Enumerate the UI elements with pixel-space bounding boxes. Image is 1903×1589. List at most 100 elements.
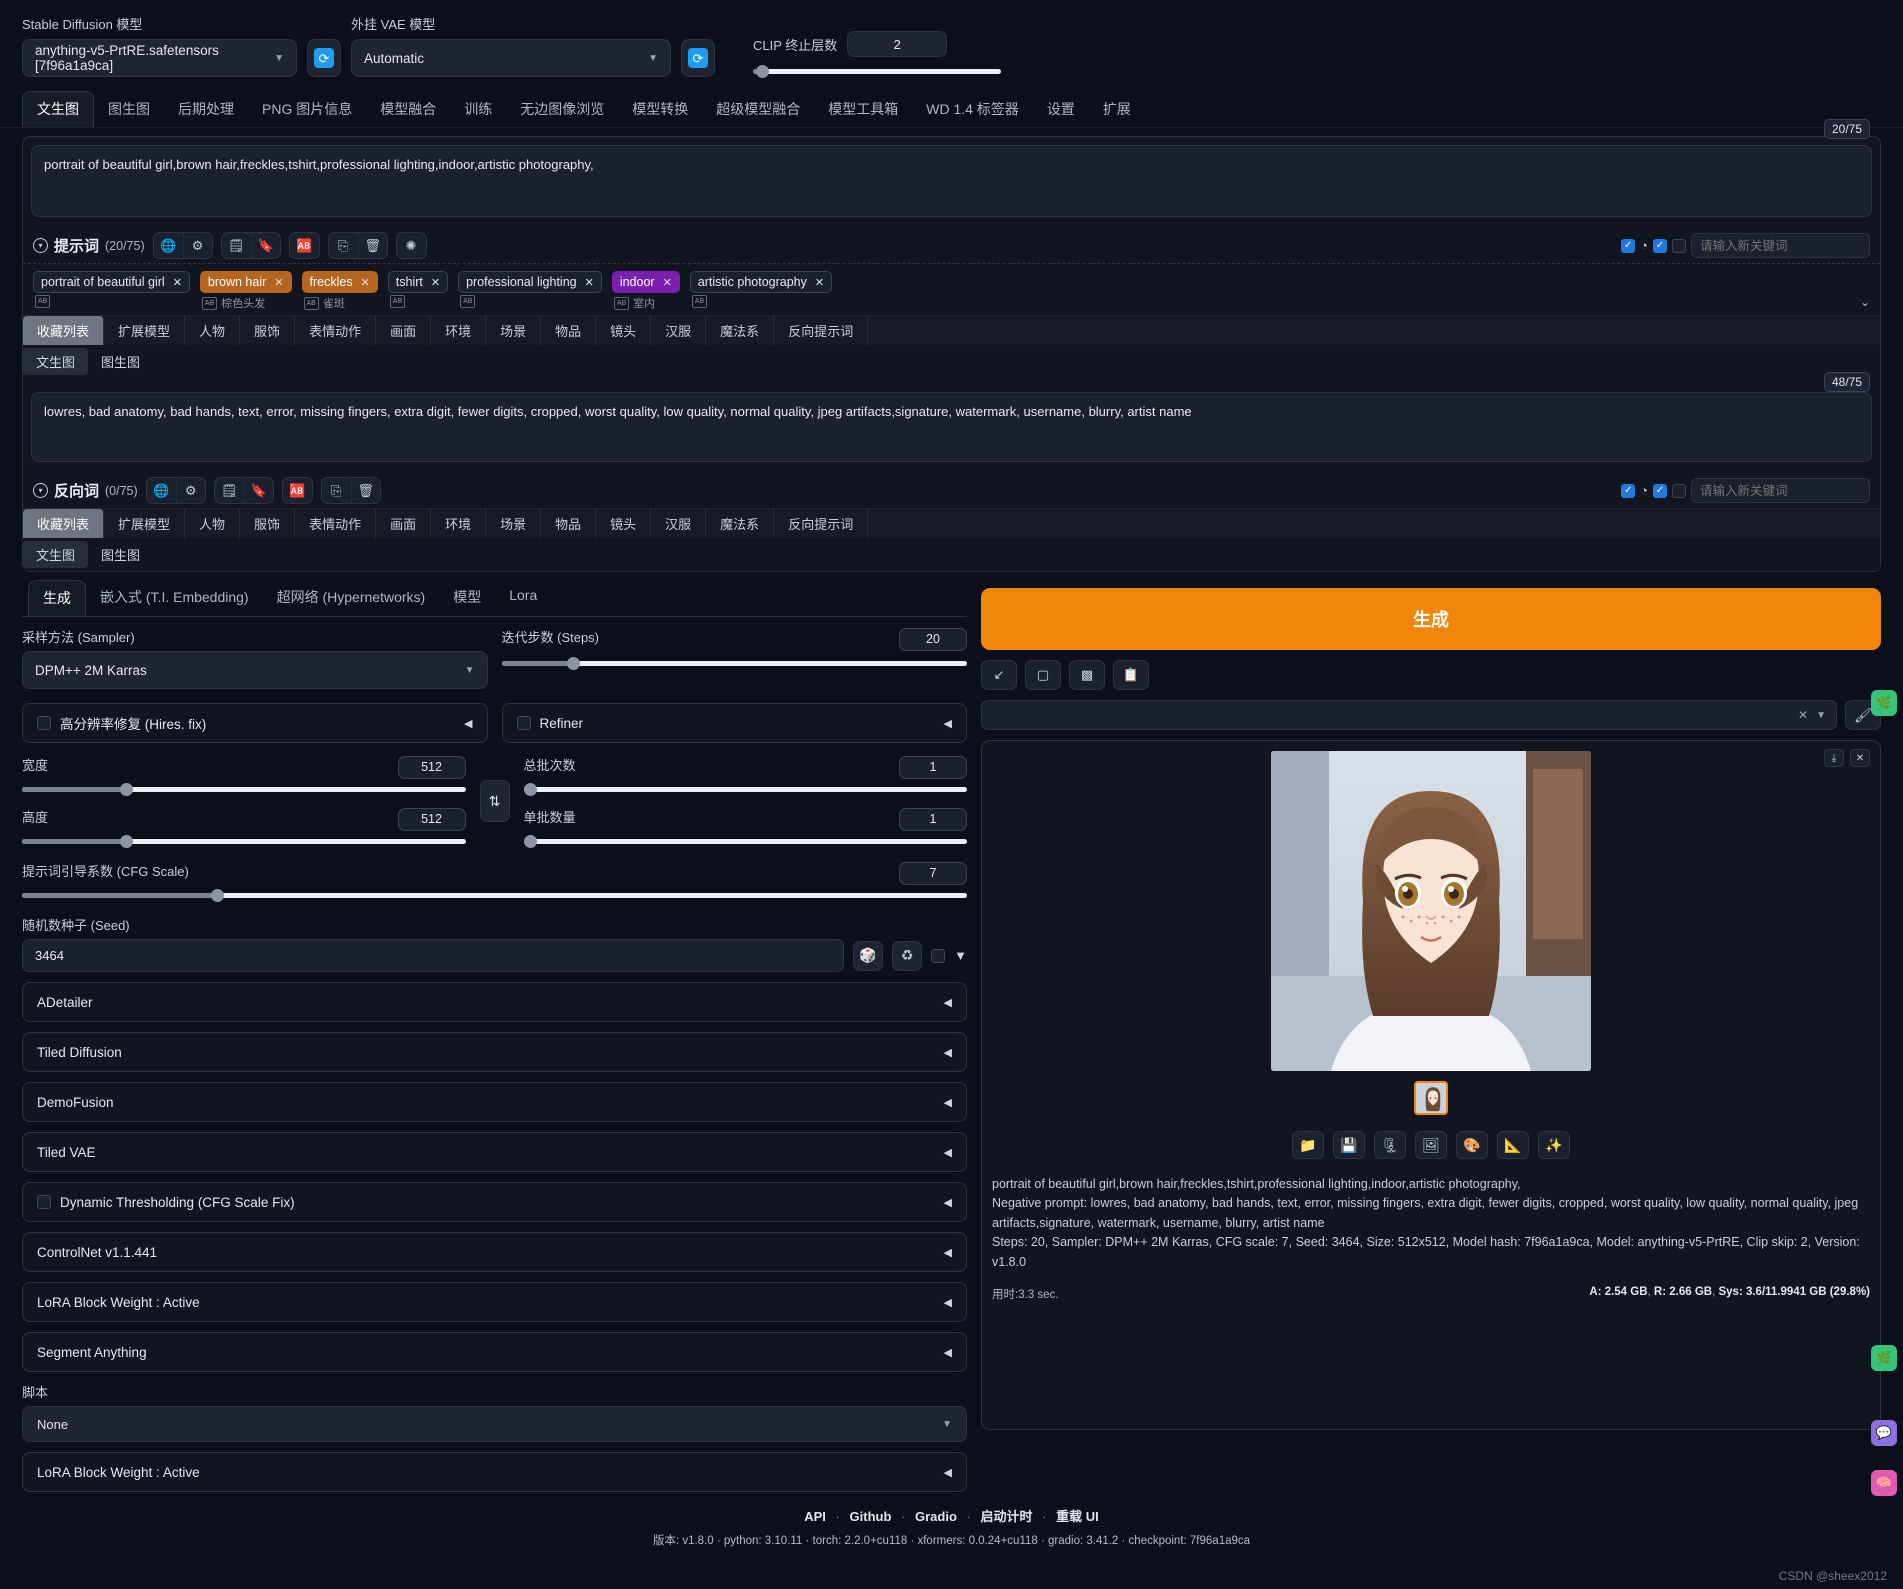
send-to-img2img-icon[interactable]: 🖼 bbox=[1415, 1131, 1447, 1159]
gentab-models[interactable]: 模型 bbox=[439, 580, 495, 616]
gear-icon[interactable]: ⚙ bbox=[176, 478, 205, 503]
sparkle-icon[interactable]: ✨ bbox=[1538, 1131, 1570, 1159]
footer-link-api[interactable]: API bbox=[804, 1509, 826, 1524]
chip-portrait-of-beautiful-girl[interactable]: portrait of beautiful girl ✕ bbox=[33, 271, 190, 293]
vae-refresh-button[interactable]: ⟳ bbox=[681, 39, 715, 77]
keyword-checkbox-3[interactable] bbox=[1672, 239, 1686, 253]
download-icon[interactable]: ⤓ bbox=[1824, 749, 1844, 767]
batch-size-value[interactable]: 1 bbox=[899, 808, 967, 831]
height-value[interactable]: 512 bbox=[398, 808, 466, 831]
grid-icon[interactable]: ▩ bbox=[1069, 660, 1105, 690]
accordion-lora-block-weight-bottom[interactable]: LoRA Block Weight : Active ◀ bbox=[22, 1452, 967, 1492]
keyword-checkbox-1[interactable]: ✓ bbox=[1621, 239, 1635, 253]
width-slider[interactable] bbox=[22, 783, 466, 795]
neg-category-objects[interactable]: 物品 bbox=[541, 509, 596, 538]
copy-icon[interactable]: ⎘ bbox=[329, 233, 358, 258]
arrow-icon[interactable]: ↙ bbox=[981, 660, 1017, 690]
accordion-lora-block-weight[interactable]: LoRA Block Weight : Active ◀ bbox=[22, 1282, 967, 1322]
category-favorites[interactable]: 收藏列表 bbox=[23, 316, 104, 345]
hires-fix-checkbox[interactable] bbox=[37, 716, 51, 730]
category-expressions[interactable]: 表情动作 bbox=[295, 316, 376, 345]
sd-model-select[interactable]: anything-v5-PrtRE.safetensors [7f96a1a9c… bbox=[22, 39, 297, 77]
zip-icon[interactable]: 🗜 bbox=[1374, 1131, 1406, 1159]
neg-category-extensions[interactable]: 扩展模型 bbox=[104, 509, 185, 538]
category-magic[interactable]: 魔法系 bbox=[706, 316, 774, 345]
history-icon[interactable]: 🗒 bbox=[222, 233, 251, 258]
tab-settings[interactable]: 设置 bbox=[1033, 92, 1089, 126]
gentab-embeddings[interactable]: 嵌入式 (T.I. Embedding) bbox=[86, 580, 263, 616]
steps-value[interactable]: 20 bbox=[899, 628, 967, 651]
category-characters[interactable]: 人物 bbox=[185, 316, 240, 345]
neg-category-scene[interactable]: 场景 bbox=[486, 509, 541, 538]
neg-category-composition[interactable]: 画面 bbox=[376, 509, 431, 538]
neg-subtab-txt2img[interactable]: 文生图 bbox=[23, 541, 88, 568]
accordion-adetailer[interactable]: ADetailer ◀ bbox=[22, 982, 967, 1022]
neg-subtab-img2img[interactable]: 图生图 bbox=[88, 541, 153, 568]
category-composition[interactable]: 画面 bbox=[376, 316, 431, 345]
chip-indoor[interactable]: indoor ✕ bbox=[612, 271, 680, 293]
bookmark-icon[interactable]: 🔖 bbox=[244, 478, 273, 503]
accordion-controlnet[interactable]: ControlNet v1.1.441 ◀ bbox=[22, 1232, 967, 1272]
close-icon[interactable]: ✕ bbox=[663, 276, 672, 289]
collapse-icon[interactable]: ▾ bbox=[33, 238, 48, 253]
save-icon[interactable]: 💾 bbox=[1333, 1131, 1365, 1159]
seed-input[interactable] bbox=[22, 939, 844, 972]
random-seed-button[interactable]: 🎲 bbox=[853, 941, 883, 971]
chip-brown-hair[interactable]: brown hair ✕ bbox=[200, 271, 292, 293]
tab-extras[interactable]: 后期处理 bbox=[164, 92, 248, 126]
style-select[interactable]: ✕ ▼ bbox=[981, 700, 1837, 730]
accordion-demofusion[interactable]: DemoFusion ◀ bbox=[22, 1082, 967, 1122]
positive-prompt-input[interactable] bbox=[31, 145, 1872, 217]
category-hanfu[interactable]: 汉服 bbox=[651, 316, 706, 345]
vae-model-select[interactable]: Automatic ▼ bbox=[351, 39, 671, 77]
neg-category-favorites[interactable]: 收藏列表 bbox=[23, 509, 104, 538]
chevron-down-icon[interactable]: ▼ bbox=[954, 948, 967, 963]
swap-dimensions-button[interactable]: ⇅ bbox=[480, 780, 510, 822]
generate-button[interactable]: 生成 bbox=[981, 588, 1881, 650]
gear-icon[interactable]: ⚙ bbox=[183, 233, 212, 258]
tab-img2img[interactable]: 图生图 bbox=[94, 92, 164, 126]
tab-txt2img[interactable]: 文生图 bbox=[22, 91, 94, 127]
tab-png-info[interactable]: PNG 图片信息 bbox=[248, 92, 366, 126]
neg-category-camera[interactable]: 镜头 bbox=[596, 509, 651, 538]
neg-category-environment[interactable]: 环境 bbox=[431, 509, 486, 538]
steps-slider[interactable] bbox=[502, 657, 968, 669]
clip-skip-value[interactable]: 2 bbox=[847, 31, 947, 57]
globe-icon[interactable]: 🌐 bbox=[154, 233, 183, 258]
chips-expand-icon[interactable]: ⌄ bbox=[1860, 295, 1870, 309]
category-negative[interactable]: 反向提示词 bbox=[774, 316, 868, 345]
tab-checkpoint-merger[interactable]: 模型融合 bbox=[366, 92, 450, 126]
tab-extensions[interactable]: 扩展 bbox=[1089, 92, 1145, 126]
chip-freckles[interactable]: freckles ✕ bbox=[302, 271, 378, 293]
tab-infinite-browser[interactable]: 无边图像浏览 bbox=[506, 92, 618, 126]
extra-seed-checkbox[interactable] bbox=[931, 949, 945, 963]
refiner-checkbox[interactable] bbox=[517, 716, 531, 730]
close-icon[interactable]: ✕ bbox=[1850, 749, 1870, 767]
chip-artistic-photography[interactable]: artistic photography ✕ bbox=[690, 271, 832, 293]
negative-keyword-input[interactable] bbox=[1691, 478, 1870, 503]
neg-category-magic[interactable]: 魔法系 bbox=[706, 509, 774, 538]
category-environment[interactable]: 环境 bbox=[431, 316, 486, 345]
history-icon[interactable]: 🗒 bbox=[215, 478, 244, 503]
reuse-seed-button[interactable]: ♻ bbox=[892, 941, 922, 971]
floating-leaf-button-top[interactable]: 🌿 bbox=[1871, 690, 1897, 716]
hires-fix-accordion[interactable]: 高分辨率修复 (Hires. fix) ◀ bbox=[22, 703, 488, 743]
tab-model-converter[interactable]: 模型转换 bbox=[618, 92, 702, 126]
gentab-hypernetworks[interactable]: 超网络 (Hypernetworks) bbox=[263, 580, 440, 616]
accordion-tiled-vae[interactable]: Tiled VAE ◀ bbox=[22, 1132, 967, 1172]
tab-wd-tagger[interactable]: WD 1.4 标签器 bbox=[912, 92, 1033, 126]
accordion-tiled-diffusion[interactable]: Tiled Diffusion ◀ bbox=[22, 1032, 967, 1072]
neg-category-expressions[interactable]: 表情动作 bbox=[295, 509, 376, 538]
cfg-slider[interactable] bbox=[22, 889, 967, 901]
globe-icon[interactable]: 🌐 bbox=[147, 478, 176, 503]
footer-link-gradio[interactable]: Gradio bbox=[915, 1509, 957, 1524]
neg-category-negative[interactable]: 反向提示词 bbox=[774, 509, 868, 538]
ab-translate-icon[interactable]: 🆎 bbox=[290, 233, 319, 258]
square-icon[interactable]: ▢ bbox=[1025, 660, 1061, 690]
negative-prompt-input[interactable] bbox=[31, 392, 1872, 462]
clock-icon[interactable]: ◔ bbox=[1640, 238, 1648, 253]
sampler-select[interactable]: DPM++ 2M Karras ▼ bbox=[22, 651, 488, 689]
keyword-checkbox-2[interactable]: ✓ bbox=[1653, 484, 1667, 498]
width-value[interactable]: 512 bbox=[398, 756, 466, 779]
cfg-value[interactable]: 7 bbox=[899, 862, 967, 885]
